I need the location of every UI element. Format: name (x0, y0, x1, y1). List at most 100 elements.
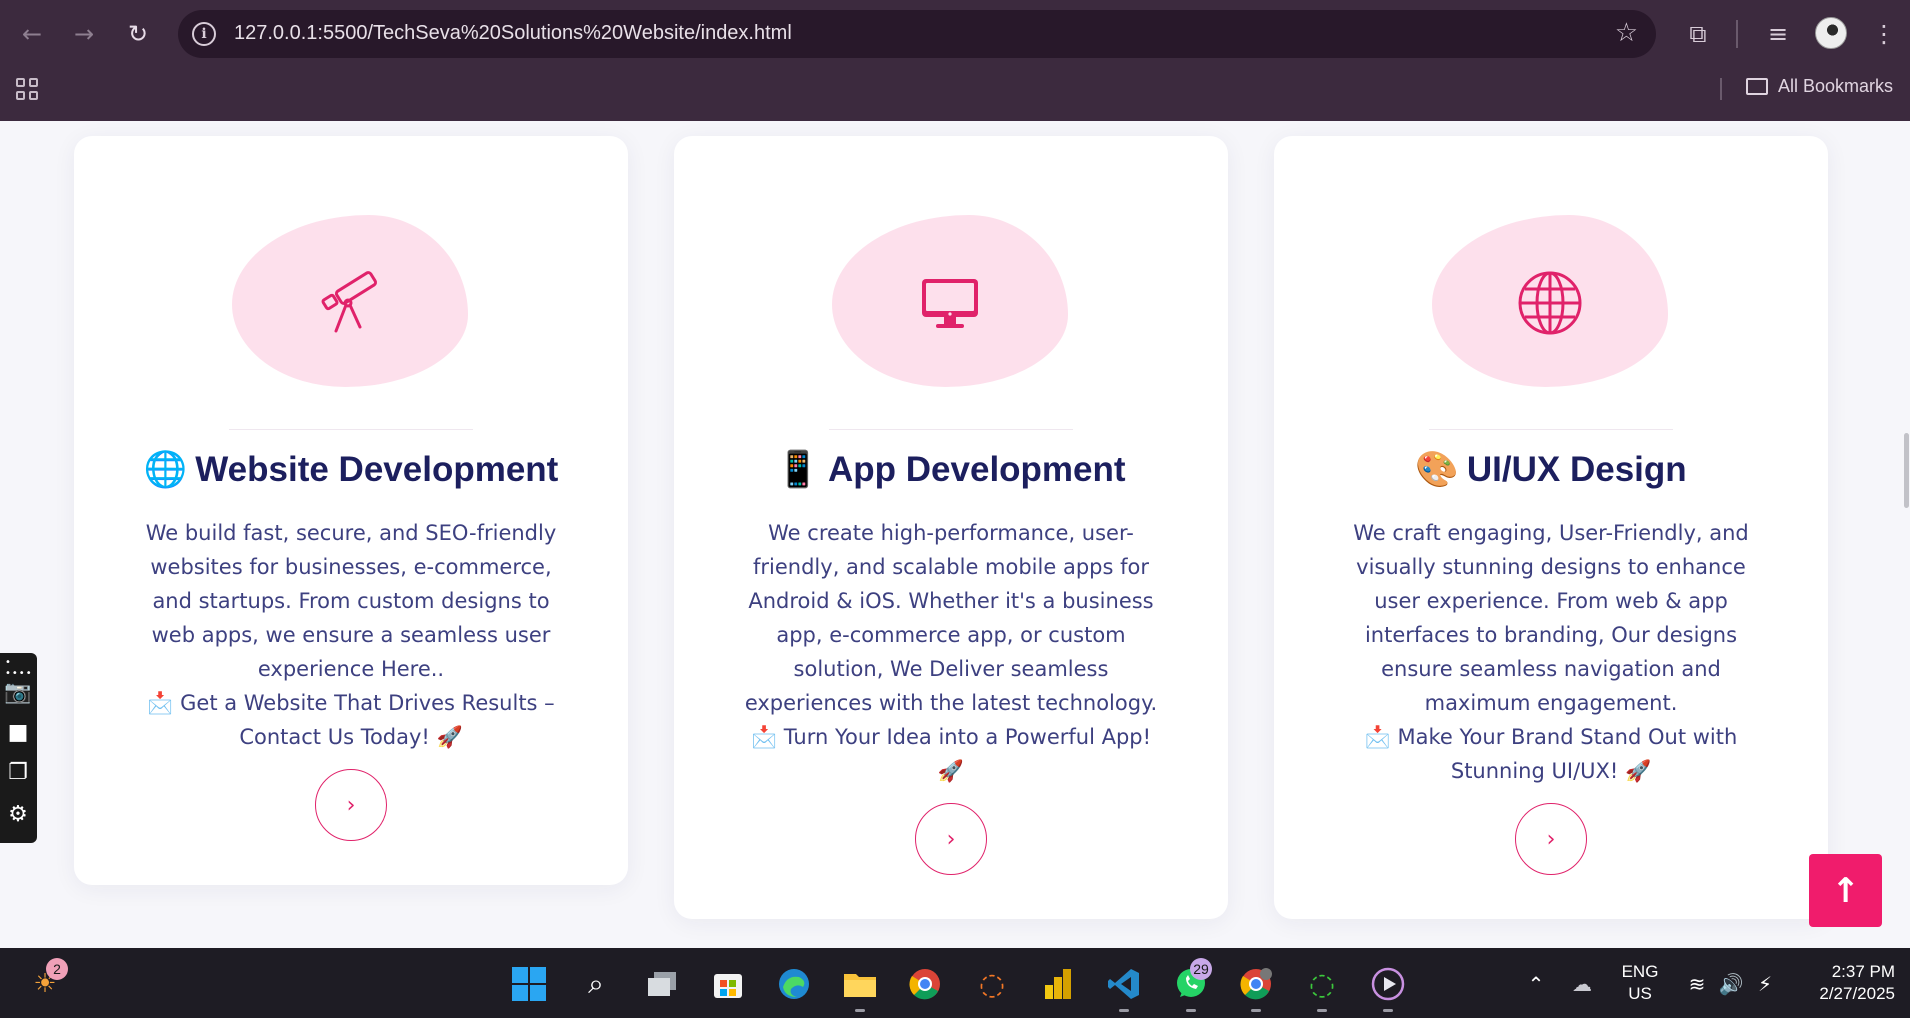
icon-blob (832, 215, 1068, 387)
card-title: 🎨 UI/UX Design (1274, 449, 1828, 490)
windows-capture-icon[interactable]: ❐ (4, 759, 32, 787)
forward-icon[interactable]: → (66, 16, 102, 52)
toolbar-grip-icon[interactable]: • •••• (5, 657, 37, 679)
card-title: 📱 App Development (674, 449, 1228, 490)
video-camera-icon[interactable]: ■ (4, 719, 32, 747)
page-scrollbar[interactable] (1904, 433, 1909, 508)
media-control-icon[interactable]: ≡ (1760, 16, 1796, 52)
chevron-right-icon: › (1546, 826, 1556, 852)
loading-app-icon[interactable]: ◌ (1303, 965, 1341, 1003)
address-bar[interactable]: i 127.0.0.1:5500/TechSeva%20Solutions%20… (178, 10, 1656, 58)
running-indicator (1317, 1009, 1327, 1012)
icon-blob (1432, 215, 1668, 387)
onedrive-cloud-icon[interactable]: ☁ (1563, 965, 1601, 1003)
vscode-icon[interactable] (1105, 965, 1143, 1003)
clock[interactable]: 2:37 PM 2/27/2025 (1795, 961, 1895, 1005)
windows-taskbar: ☀ 2 ⌕ ◌ 29 ◌ ⌃ ☁ ENG US ≋ � (0, 948, 1910, 1018)
clock-time: 2:37 PM (1831, 962, 1895, 981)
description-line: We build fast, secure, and SEO-friendly (145, 521, 557, 545)
toolbar-divider (1736, 20, 1738, 48)
browser-chrome: ← → ↻ i 127.0.0.1:5500/TechSeva%20Soluti… (0, 0, 1910, 121)
card-title: 🌐 Website Development (74, 449, 628, 490)
services-section: 🌐 Website Development We build fast, secu… (0, 121, 1910, 948)
description-line: We craft engaging, User-Friendly, and (1353, 521, 1749, 545)
card-divider (829, 429, 1073, 430)
search-icon[interactable]: ⌕ (577, 965, 615, 1003)
chevron-right-icon: › (346, 792, 356, 818)
description-line: web apps, we ensure a seamless user (151, 623, 551, 647)
jupyter-icon[interactable]: ◌ (973, 965, 1011, 1003)
card-title-text: App Development (828, 450, 1126, 489)
edge-browser-icon[interactable] (775, 965, 813, 1003)
monitor-icon (922, 279, 978, 328)
chevron-right-icon: › (946, 826, 956, 852)
globe-emoji-icon: 🌐 (143, 450, 188, 489)
running-indicator (1119, 1009, 1129, 1012)
language-indicator[interactable]: ENG US (1618, 961, 1662, 1005)
task-view-icon[interactable] (643, 965, 681, 1003)
profile-avatar[interactable] (1815, 17, 1847, 49)
chrome-profile-icon[interactable] (1237, 965, 1275, 1003)
cta-line: Contact Us Today! 🚀 (239, 725, 463, 749)
description-line: app, e-commerce app, or custom (776, 623, 1126, 647)
arrow-up-icon: ↑ (1831, 870, 1860, 911)
cta-line: 📩 Make Your Brand Stand Out with (1364, 725, 1738, 749)
description-line: experience Here.. (257, 657, 445, 681)
media-player-icon[interactable] (1369, 965, 1407, 1003)
extensions-icon[interactable]: ⧉ (1680, 16, 1716, 52)
card-title-text: Website Development (195, 450, 559, 489)
description-line: ensure seamless navigation and (1381, 657, 1721, 681)
description-line: and startups. From custom designs to (152, 589, 550, 613)
bookmarks-bar: All Bookmarks (0, 70, 1910, 106)
folder-icon (1746, 78, 1768, 95)
camera-icon[interactable]: 📷 (4, 679, 32, 707)
website-more-button[interactable]: › (315, 769, 387, 841)
site-info-icon[interactable]: i (192, 22, 216, 46)
whatsapp-badge: 29 (1190, 958, 1212, 980)
menu-kebab-icon[interactable]: ⋮ (1866, 16, 1902, 52)
cta-line: Stunning UI/UX! 🚀 (1450, 759, 1652, 783)
globe-icon (1518, 271, 1582, 335)
reload-icon[interactable]: ↻ (120, 16, 156, 52)
palette-emoji-icon: 🎨 (1415, 450, 1459, 489)
battery-charging-icon[interactable]: ⚡ (1746, 965, 1784, 1003)
tray-chevron-up-icon[interactable]: ⌃ (1517, 965, 1555, 1003)
cta-line: 📩 Turn Your Idea into a Powerful App! (750, 725, 1152, 749)
card-description: We build fast, secure, and SEO-friendly … (94, 516, 608, 754)
description-line: websites for businesses, e-commerce, (150, 555, 552, 579)
description-line: visually stunning designs to enhance (1356, 555, 1746, 579)
apps-grid-icon[interactable] (16, 78, 38, 100)
service-card-uiux: 🎨 UI/UX Design We craft engaging, User-Fr… (1274, 136, 1828, 919)
bookmarks-divider (1720, 78, 1722, 100)
running-indicator (1186, 1009, 1196, 1012)
power-bi-icon[interactable] (1039, 965, 1077, 1003)
scroll-to-top-button[interactable]: ↑ (1809, 854, 1882, 927)
capture-toolbar: • •••• 📷 ■ ❐ ⚙ (0, 653, 37, 843)
app-more-button[interactable]: › (915, 803, 987, 875)
url-text[interactable]: 127.0.0.1:5500/TechSeva%20Solutions%20We… (234, 22, 792, 45)
description-line: interfaces to branding, Our designs (1364, 623, 1738, 647)
service-card-website: 🌐 Website Development We build fast, secu… (74, 136, 628, 885)
windows-start-icon[interactable] (510, 965, 548, 1003)
card-description: We create high-performance, user- friend… (694, 516, 1208, 788)
bookmark-star-icon[interactable]: ☆ (1615, 18, 1638, 48)
all-bookmarks-button[interactable]: All Bookmarks (1746, 76, 1893, 97)
description-line: Android & iOS. Whether it's a business (748, 589, 1154, 613)
all-bookmarks-label: All Bookmarks (1778, 76, 1894, 96)
running-indicator (1251, 1009, 1261, 1012)
weather-badge: 2 (46, 958, 68, 980)
service-card-app: 📱 App Development We create high-performa… (674, 136, 1228, 919)
wifi-icon[interactable]: ≋ (1678, 965, 1716, 1003)
uiux-more-button[interactable]: › (1515, 803, 1587, 875)
volume-icon[interactable]: 🔊 (1712, 965, 1750, 1003)
phone-emoji-icon: 📱 (776, 450, 821, 489)
back-icon[interactable]: ← (14, 16, 50, 52)
card-divider (1429, 429, 1673, 430)
description-line: friendly, and scalable mobile apps for (753, 555, 1149, 579)
cta-line: 🚀 (937, 759, 965, 783)
chrome-icon[interactable] (906, 965, 944, 1003)
microsoft-store-icon[interactable] (709, 965, 747, 1003)
file-explorer-icon[interactable] (841, 965, 879, 1003)
gear-icon[interactable]: ⚙ (4, 801, 32, 829)
running-indicator (855, 1009, 865, 1012)
